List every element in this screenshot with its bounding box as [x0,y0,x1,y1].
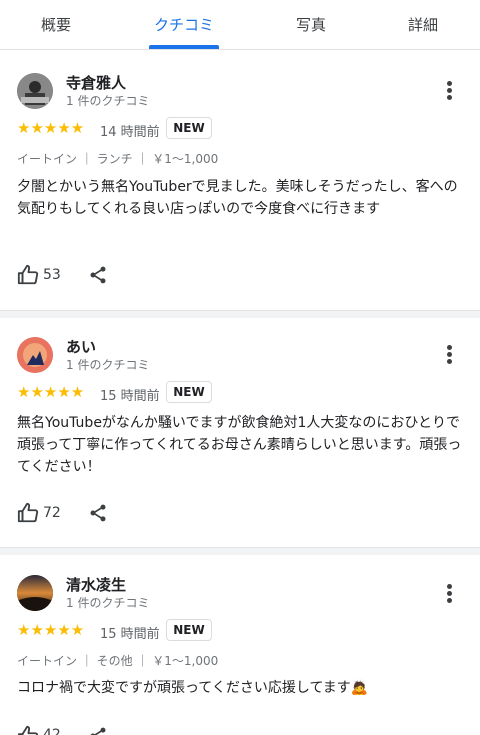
star-rating: ★★★★★ [17,383,85,401]
review-meta: イートイン ｜ その他 ｜ ￥1〜1,000 [17,654,219,668]
like-count: 72 [43,505,61,521]
tab-reviews[interactable]: クチコミ [144,14,224,35]
review-count: 1 件のクチコミ [66,596,150,610]
thumbs-up-icon[interactable] [17,502,41,524]
review-text: 夕闇とかいう無名YouTuberで見ました。美味しそうだったし、客への気配りもし… [17,179,458,217]
review-time: 15 時間前 [100,627,160,642]
like-count: 42 [43,727,61,735]
active-tab-indicator [149,45,219,49]
reviewer-name[interactable]: あい [66,336,96,357]
more-options-icon[interactable] [440,581,460,605]
review-card: 寺倉雅人 1 件のクチコミ ★★★★★ 14 時間前 NEW イートイン ｜ ラ… [0,50,480,312]
reviewer-name[interactable]: 寺倉雅人 [66,72,126,93]
like-count: 53 [43,267,61,283]
new-badge: NEW [166,381,212,403]
reviewer-name[interactable]: 清水凌生 [66,574,126,595]
divider [0,547,480,555]
review-text: 無名YouTubeがなんか騒いでますが飲食絶対1人大変なのにおひとりで頑張って丁… [17,415,462,475]
tab-overview[interactable]: 概要 [16,14,96,35]
review-card: 清水凌生 1 件のクチコミ ★★★★★ 15 時間前 NEW イートイン ｜ そ… [0,555,480,735]
share-icon[interactable] [88,264,108,286]
new-badge: NEW [166,117,212,139]
review-count: 1 件のクチコミ [66,358,150,372]
new-badge: NEW [166,619,212,641]
star-rating: ★★★★★ [17,621,85,639]
review-text: コロナ禍で大変ですが頑張ってください応援してます🙇 [17,680,369,696]
tab-details[interactable]: 詳細 [383,14,463,35]
more-options-icon[interactable] [440,78,460,102]
thumbs-up-icon[interactable] [17,725,41,735]
review-time: 14 時間前 [100,125,160,140]
more-options-icon[interactable] [440,342,460,366]
thumbs-up-icon[interactable] [17,264,41,286]
star-rating: ★★★★★ [17,119,85,137]
tab-photos[interactable]: 写真 [271,14,351,35]
review-card: あい 1 件のクチコミ ★★★★★ 15 時間前 NEW 無名YouTubeがな… [0,318,480,548]
avatar[interactable] [17,73,53,109]
review-time: 15 時間前 [100,389,160,404]
review-meta: イートイン ｜ ランチ ｜ ￥1〜1,000 [17,152,219,166]
divider [0,310,480,318]
tab-bar: 概要 クチコミ 写真 詳細 [0,0,480,50]
avatar[interactable] [17,575,53,611]
review-count: 1 件のクチコミ [66,94,150,108]
share-icon[interactable] [88,725,108,735]
share-icon[interactable] [88,502,108,524]
avatar[interactable] [17,337,53,373]
